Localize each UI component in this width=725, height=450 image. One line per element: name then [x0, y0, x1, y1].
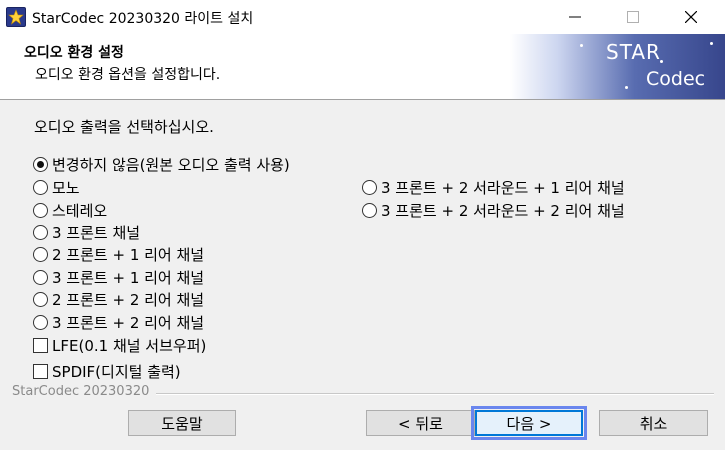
radio-3front-2rear[interactable]: 3 프론트 + 2 리어 채널 [33, 312, 204, 332]
title-bar: StarCodec 20230320 라이트 설치 [0, 0, 725, 34]
close-button[interactable] [668, 0, 714, 34]
radio-label: 3 프론트 + 2 서라운드 + 2 리어 채널 [381, 201, 625, 220]
checkbox-label: SPDIF(디지털 출력) [52, 362, 181, 381]
wizard-header: 오디오 환경 설정 오디오 환경 옵션을 설정합니다. STAR Codec [0, 34, 725, 100]
radio-button[interactable] [33, 291, 48, 307]
radio-3front-1rear[interactable]: 3 프론트 + 1 리어 채널 [33, 267, 204, 287]
radio-button[interactable] [33, 314, 48, 330]
radio-label: 3 프론트 + 2 서라운드 + 1 리어 채널 [381, 178, 625, 197]
checkbox-spdif[interactable]: SPDIF(디지털 출력) [33, 361, 181, 381]
help-button[interactable]: 도움말 [128, 410, 236, 436]
page-subtitle: 오디오 환경 옵션을 설정합니다. [35, 67, 221, 83]
footer-brand: StarCodec 20230320 [12, 384, 153, 399]
radio-button[interactable] [33, 246, 48, 262]
radio-2front-1rear[interactable]: 2 프론트 + 1 리어 채널 [33, 244, 204, 264]
radio-3front-2surround-2rear[interactable]: 3 프론트 + 2 서라운드 + 2 리어 채널 [362, 200, 625, 220]
audio-output-prompt: 오디오 출력을 선택하십시오. [34, 118, 214, 136]
radio-no-change[interactable]: 변경하지 않음(원본 오디오 출력 사용) [33, 154, 290, 174]
next-button[interactable]: 다음 > [471, 406, 587, 440]
starcodec-banner: STAR Codec [510, 34, 725, 99]
banner-star-text: STAR [606, 40, 661, 64]
sparkle [580, 44, 583, 47]
checkbox[interactable] [33, 363, 48, 379]
page-title: 오디오 환경 설정 [24, 45, 124, 61]
radio-button[interactable] [33, 179, 48, 195]
radio-button[interactable] [33, 156, 48, 172]
window-title: StarCodec 20230320 라이트 설치 [32, 11, 254, 27]
radio-button[interactable] [33, 202, 48, 218]
radio-label: 2 프론트 + 2 리어 채널 [52, 290, 205, 309]
minimize-button[interactable] [552, 0, 598, 34]
radio-button[interactable] [362, 202, 377, 218]
maximize-icon [627, 11, 639, 23]
maximize-button[interactable] [610, 0, 656, 34]
checkbox[interactable] [33, 337, 48, 353]
radio-2front-2rear[interactable]: 2 프론트 + 2 리어 채널 [33, 289, 204, 309]
sparkle [625, 86, 628, 89]
radio-button[interactable] [33, 224, 48, 240]
radio-label: 스테레오 [52, 201, 108, 220]
radio-label: 모노 [52, 178, 80, 197]
radio-button[interactable] [33, 269, 48, 285]
radio-label: 변경하지 않음(원본 오디오 출력 사용) [52, 155, 290, 174]
cancel-button[interactable]: 취소 [599, 410, 708, 436]
sparkle [710, 42, 713, 45]
star-app-icon [6, 7, 26, 27]
banner-codec-text: Codec [646, 68, 706, 90]
radio-3front[interactable]: 3 프론트 채널 [33, 222, 140, 242]
radio-label: 3 프론트 채널 [52, 223, 141, 242]
footer-divider [156, 393, 714, 395]
checkbox-label: LFE(0.1 채널 서브우퍼) [52, 336, 207, 355]
radio-label: 2 프론트 + 1 리어 채널 [52, 245, 205, 264]
radio-button[interactable] [362, 179, 377, 195]
checkbox-lfe[interactable]: LFE(0.1 채널 서브우퍼) [33, 335, 206, 355]
radio-label: 3 프론트 + 2 리어 채널 [52, 313, 205, 332]
back-button[interactable]: < 뒤로 [366, 410, 475, 436]
minimize-icon [569, 16, 581, 18]
radio-label: 3 프론트 + 1 리어 채널 [52, 268, 205, 287]
close-icon [685, 11, 697, 23]
radio-stereo[interactable]: 스테레오 [33, 200, 107, 220]
radio-mono[interactable]: 모노 [33, 177, 80, 197]
radio-3front-2surround-1rear[interactable]: 3 프론트 + 2 서라운드 + 1 리어 채널 [362, 177, 625, 197]
